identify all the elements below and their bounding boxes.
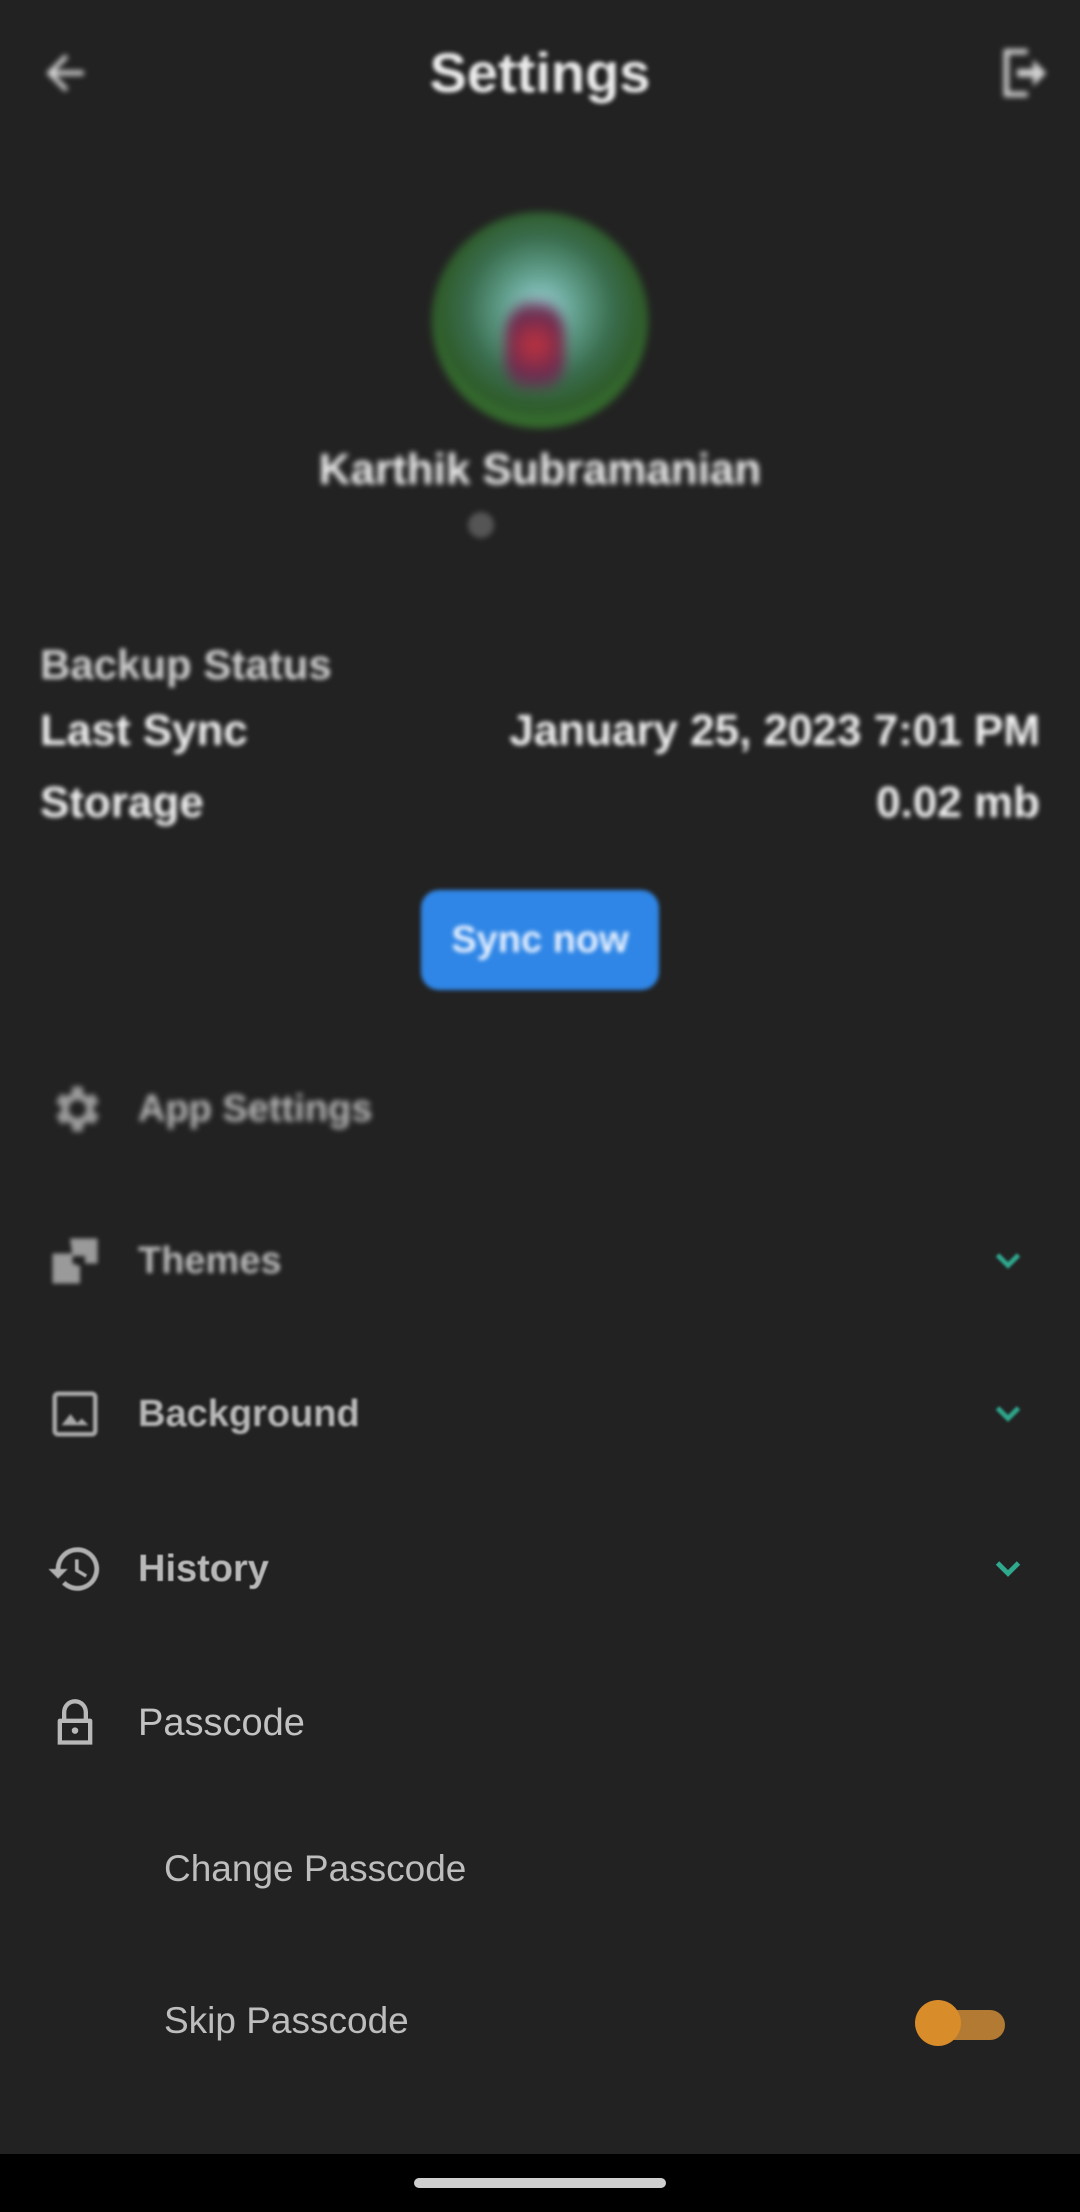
status-dot	[468, 512, 494, 538]
palette-icon	[44, 1230, 106, 1292]
change-passcode-item[interactable]: Change Passcode	[164, 1848, 466, 1890]
logout-icon[interactable]	[990, 38, 1060, 108]
history-icon	[44, 1538, 106, 1600]
last-sync-value: January 25, 2023 7:01 PM	[509, 706, 1040, 755]
gear-icon	[44, 1078, 106, 1140]
chevron-down-icon[interactable]	[986, 1547, 1030, 1591]
history-label: History	[138, 1547, 269, 1590]
chevron-down-icon[interactable]	[986, 1239, 1030, 1283]
menu-item-app-settings[interactable]: App Settings	[0, 1054, 1080, 1164]
home-gesture-handle[interactable]	[414, 2178, 666, 2188]
avatar-figure	[505, 300, 565, 390]
image-icon	[44, 1383, 106, 1445]
top-bar: Settings	[0, 0, 1080, 150]
user-name: Karthik Subramanian	[318, 445, 762, 494]
menu-item-background[interactable]: Background	[0, 1359, 1080, 1469]
backup-status-heading: Backup Status	[40, 641, 332, 688]
menu-item-history[interactable]: History	[0, 1514, 1080, 1624]
chevron-down-icon[interactable]	[986, 1392, 1030, 1436]
storage-value: 0.02 mb	[876, 778, 1040, 827]
sync-now-button[interactable]: Sync now	[421, 890, 659, 990]
themes-label: Themes	[138, 1239, 282, 1282]
system-navigation-bar	[0, 2154, 1080, 2212]
last-sync-label: Last Sync	[40, 706, 248, 755]
menu-item-themes[interactable]: Themes	[0, 1206, 1080, 1316]
menu-item-passcode[interactable]: Passcode	[0, 1668, 1080, 1778]
backup-status-section: Backup Status Last Sync January 25, 2023…	[40, 635, 1040, 839]
storage-label: Storage	[40, 778, 204, 827]
app-settings-label: App Settings	[138, 1087, 373, 1130]
page-title: Settings	[429, 41, 651, 104]
last-sync-row: Last Sync January 25, 2023 7:01 PM	[40, 695, 1040, 767]
toggle-knob	[915, 2000, 961, 2046]
skip-passcode-toggle[interactable]	[915, 2000, 1005, 2046]
storage-row: Storage 0.02 mb	[40, 767, 1040, 839]
settings-screen: Settings Karthik Subramanian Backup Stat…	[0, 0, 1080, 2212]
lock-icon	[44, 1692, 106, 1754]
background-label: Background	[138, 1392, 360, 1435]
passcode-label: Passcode	[138, 1701, 305, 1744]
skip-passcode-label: Skip Passcode	[164, 2000, 409, 2041]
